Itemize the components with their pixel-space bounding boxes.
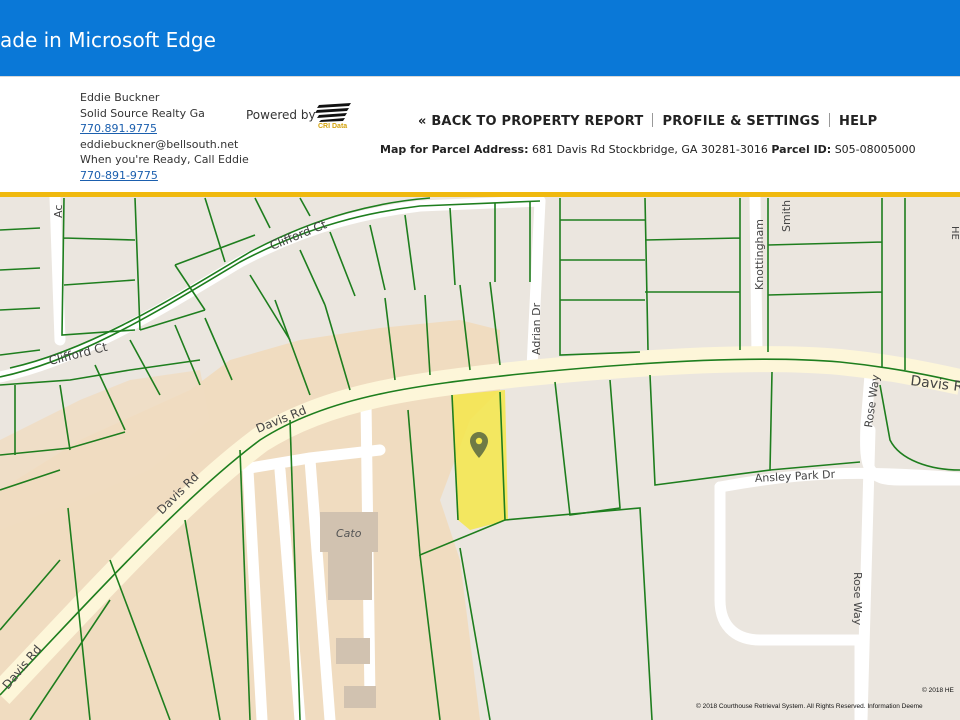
map-copyright-top: © 2018 HE: [922, 687, 954, 694]
street-label: Ac: [52, 205, 65, 218]
parcel-address-label: Map for Parcel Address:: [380, 143, 529, 156]
banner-text: ade in Microsoft Edge: [0, 28, 216, 52]
site-header: Eddie Buckner Solid Source Realty Ga 770…: [0, 76, 960, 192]
edge-banner: ade in Microsoft Edge: [0, 0, 960, 76]
agent-info: Eddie Buckner Solid Source Realty Ga 770…: [80, 90, 249, 183]
building: [336, 638, 370, 664]
parcel-info: Map for Parcel Address: 681 Davis Rd Sto…: [380, 143, 916, 156]
nav-separator: [828, 113, 830, 127]
street-label: Rose Way: [851, 572, 864, 626]
street-label: Clifford Ct: [268, 217, 329, 253]
agent-email: eddiebuckner@bellsouth.net: [80, 137, 239, 151]
street-label: Adrian Dr: [530, 302, 543, 355]
street-label: Smith: [780, 200, 793, 232]
agent-phone-link[interactable]: 770.891.9775: [80, 122, 157, 135]
map-copyright: © 2018 Courthouse Retrieval System. All …: [696, 703, 923, 710]
agent-phone-link-2[interactable]: 770-891-9775: [80, 169, 158, 182]
agent-tagline: When you're Ready, Call Eddie: [80, 153, 249, 166]
top-nav: « BACK TO PROPERTY REPORT PROFILE & SETTI…: [418, 110, 877, 129]
profile-settings-link[interactable]: PROFILE & SETTINGS: [662, 114, 820, 129]
building: [328, 552, 372, 600]
parcel-address: 681 Davis Rd Stockbridge, GA 30281-3016: [532, 143, 768, 156]
cri-logo-icon: [315, 103, 351, 122]
highlighted-parcel[interactable]: [452, 390, 508, 530]
parcel-id-label: Parcel ID:: [771, 143, 832, 156]
parcel-map[interactable]: Clifford Ct Clifford Ct Davis Rd Davis R…: [0, 197, 960, 720]
nav-separator: [652, 113, 654, 127]
help-link[interactable]: HELP: [839, 114, 877, 129]
map-canvas[interactable]: Clifford Ct Clifford Ct Davis Rd Davis R…: [0, 197, 960, 720]
agent-company: Solid Source Realty Ga: [80, 106, 205, 120]
business-label-cato: Cato: [336, 527, 362, 540]
back-to-property-report-link[interactable]: « BACK TO PROPERTY REPORT: [418, 114, 643, 129]
cri-logo-text: CRI Data: [318, 123, 348, 130]
parcel-id: S05-08005000: [834, 143, 916, 156]
cri-data-logo: CRI Data: [313, 101, 353, 133]
agent-name: Eddie Buckner: [80, 91, 160, 104]
powered-by-label: Powered by: [246, 108, 316, 122]
street-label: Knottingham: [753, 219, 766, 290]
building: [344, 686, 376, 708]
street-label: HE: [949, 226, 960, 240]
